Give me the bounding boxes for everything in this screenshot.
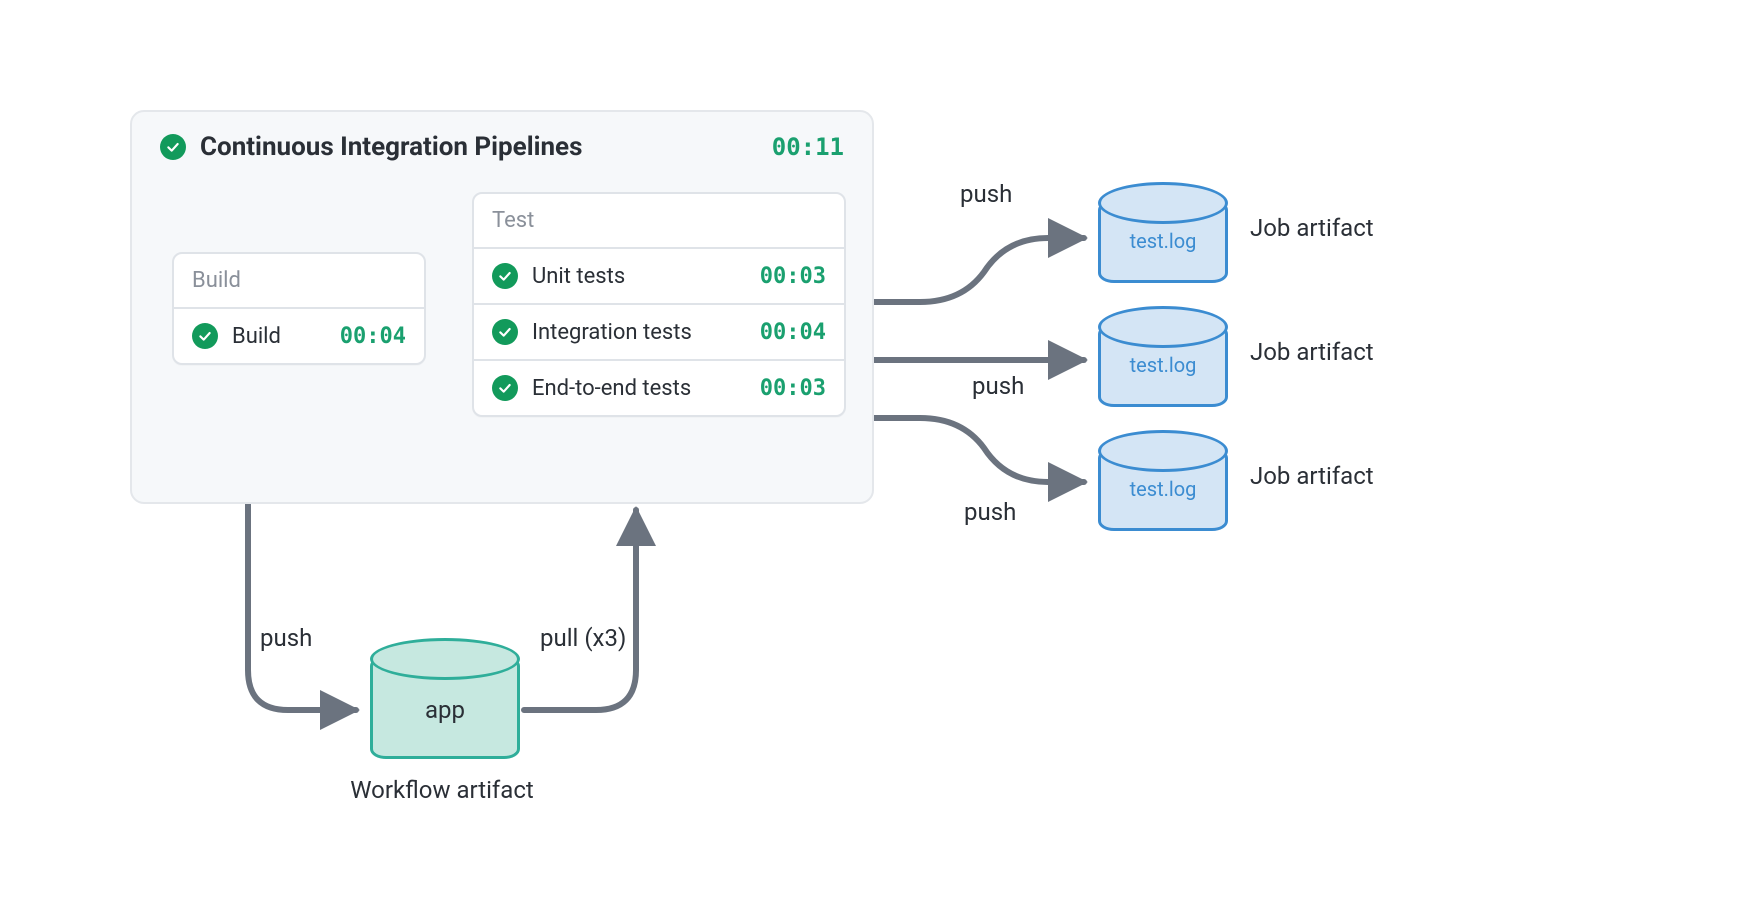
job-artifact-file-1: test.log (1101, 229, 1225, 253)
push-label-1: push (960, 180, 1012, 208)
workflow-artifact-name: app (373, 696, 517, 724)
job-artifact-cylinder-1: test.log (1098, 200, 1228, 283)
job-artifact-file-3: test.log (1101, 477, 1225, 501)
job-artifact-caption-2: Job artifact (1250, 338, 1374, 366)
job-artifact-cylinder-3: test.log (1098, 448, 1228, 531)
job-artifact-caption-3: Job artifact (1250, 462, 1374, 490)
job-artifact-cylinder-2: test.log (1098, 324, 1228, 407)
job-e2e-time: 00:03 (760, 376, 826, 401)
stage-build-title: Build (174, 254, 424, 307)
push-label-3: push (964, 498, 1016, 526)
success-icon (492, 263, 518, 289)
job-artifact-caption-1: Job artifact (1250, 214, 1374, 242)
diagram-stage: Continuous Integration Pipelines 00:11 B… (0, 0, 1752, 916)
job-build-name: Build (232, 324, 326, 349)
stage-card-test: Test Unit tests 00:03 Integration tests … (472, 192, 846, 417)
pipeline-panel: Continuous Integration Pipelines 00:11 B… (130, 110, 874, 504)
success-icon (492, 375, 518, 401)
job-row-integration-tests: Integration tests 00:04 (474, 303, 844, 359)
cylinder-top (1098, 430, 1228, 472)
workflow-artifact-caption: Workflow artifact (332, 776, 552, 804)
job-unit-time: 00:03 (760, 264, 826, 289)
cylinder-top (1098, 306, 1228, 348)
cylinder-top (1098, 182, 1228, 224)
job-build-time: 00:04 (340, 324, 406, 349)
pipeline-total-time: 00:11 (772, 133, 844, 161)
panel-header: Continuous Integration Pipelines 00:11 (132, 112, 872, 170)
pipeline-title: Continuous Integration Pipelines (200, 132, 582, 162)
pull-label-test: pull (x3) (540, 624, 626, 652)
workflow-artifact-cylinder: app (370, 656, 520, 759)
job-row-e2e-tests: End-to-end tests 00:03 (474, 359, 844, 415)
job-integration-name: Integration tests (532, 320, 746, 345)
stage-card-build: Build Build 00:04 (172, 252, 426, 365)
success-icon (192, 323, 218, 349)
job-artifact-file-2: test.log (1101, 353, 1225, 377)
job-unit-name: Unit tests (532, 264, 746, 289)
panel-title-wrap: Continuous Integration Pipelines (160, 132, 582, 162)
success-icon (492, 319, 518, 345)
stage-test-title: Test (474, 194, 844, 247)
job-row-unit-tests: Unit tests 00:03 (474, 247, 844, 303)
success-icon (160, 134, 186, 160)
job-integration-time: 00:04 (760, 320, 826, 345)
job-row-build: Build 00:04 (174, 307, 424, 363)
cylinder-top (370, 638, 520, 680)
push-label-2: push (972, 372, 1024, 400)
push-label-build: push (260, 624, 312, 652)
job-e2e-name: End-to-end tests (532, 376, 746, 401)
